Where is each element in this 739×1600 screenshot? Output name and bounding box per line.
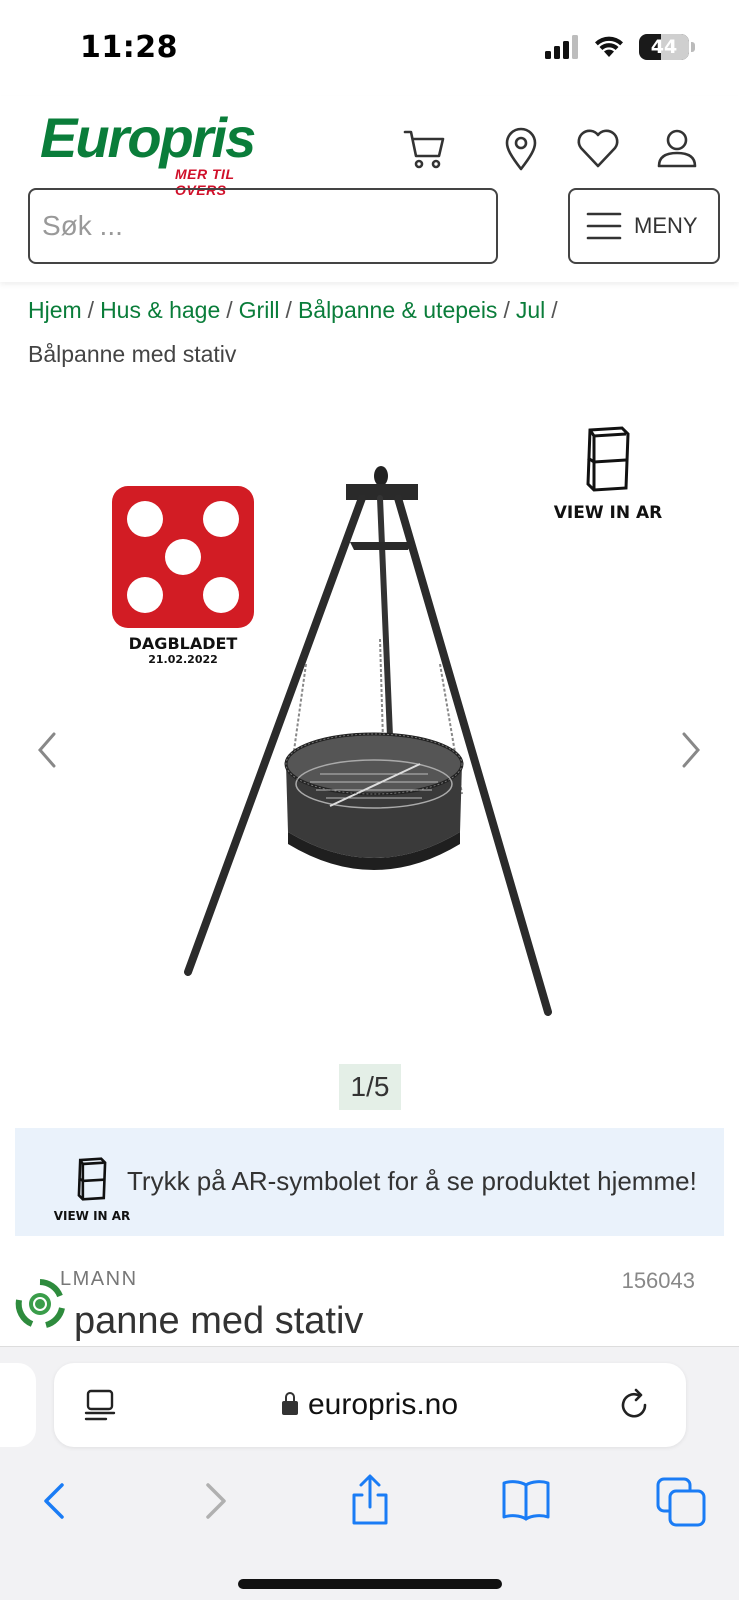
product-brand[interactable]: LMANN xyxy=(60,1268,138,1291)
breadcrumb-link-jul[interactable]: Jul xyxy=(516,297,545,323)
search-field[interactable] xyxy=(28,188,498,264)
breadcrumb-link-balpanne[interactable]: Bålpanne & utepeis xyxy=(298,297,498,323)
cart-icon[interactable] xyxy=(402,126,448,172)
ar-banner-message: Trykk på AR-symbolet for å se produktet … xyxy=(127,1166,697,1196)
breadcrumb-link-grill[interactable]: Grill xyxy=(239,297,280,323)
ar-banner-icon-label: VIEW IN AR xyxy=(53,1209,131,1223)
status-bar: 11:28 44 xyxy=(0,0,739,96)
previous-tab-peek[interactable] xyxy=(0,1363,36,1447)
reload-icon[interactable] xyxy=(616,1387,652,1423)
breadcrumb-link-hus-hage[interactable]: Hus & hage xyxy=(100,297,220,323)
product-sku: 156043 xyxy=(621,1268,695,1293)
bookmarks-book-icon[interactable] xyxy=(496,1471,556,1531)
back-arrow-icon[interactable] xyxy=(26,1471,86,1531)
menu-button[interactable]: MENY xyxy=(568,188,720,264)
tabs-overview-icon[interactable] xyxy=(652,1471,712,1531)
product-title: panne med stativ xyxy=(74,1300,364,1342)
chevron-left-icon[interactable] xyxy=(26,720,66,780)
location-pin-icon[interactable] xyxy=(498,126,544,172)
url-text: europris.no xyxy=(307,1388,459,1421)
address-bar[interactable]: europris.no xyxy=(54,1363,686,1447)
url-display[interactable]: europris.no xyxy=(54,1363,686,1447)
chevron-right-icon[interactable] xyxy=(672,720,712,780)
battery-indicator: 44 xyxy=(639,34,695,60)
logo-wordmark: Europris xyxy=(40,106,256,169)
user-icon[interactable] xyxy=(654,126,700,172)
search-input[interactable] xyxy=(30,190,496,262)
eco-recycle-badge-icon[interactable] xyxy=(12,1276,68,1332)
product-gallery[interactable]: DAGBLADET 21.02.2022 VIEW IN AR 1/5 xyxy=(0,390,739,1110)
hamburger-icon xyxy=(586,212,622,240)
status-icons: 44 xyxy=(545,34,695,60)
breadcrumb-link-home[interactable]: Hjem xyxy=(28,297,82,323)
heart-icon[interactable] xyxy=(575,126,621,172)
ar-cube-icon xyxy=(586,426,630,492)
breadcrumb: Hjem / Hus & hage / Grill / Bålpanne & utepeis… xyxy=(28,297,558,367)
lock-icon xyxy=(281,1392,298,1415)
ar-cube-icon xyxy=(77,1157,107,1201)
europris-logo[interactable]: Europris MER TIL OVERS xyxy=(40,106,280,199)
signal-icon xyxy=(545,35,578,59)
product-image-fire-pit-tripod xyxy=(184,466,552,1016)
home-indicator xyxy=(238,1579,502,1589)
wifi-icon xyxy=(595,36,623,57)
forward-arrow-icon[interactable] xyxy=(184,1471,244,1531)
image-counter: 1/5 xyxy=(339,1064,401,1110)
ar-info-banner[interactable]: VIEW IN AR Trykk på AR-symbolet for å se… xyxy=(15,1128,724,1236)
browser-bottom-bar: europris.no xyxy=(0,1346,739,1600)
share-icon[interactable] xyxy=(340,1471,400,1531)
site-header: Europris MER TIL OVERS MENY xyxy=(0,96,739,282)
menu-label: MENY xyxy=(634,213,698,238)
status-time: 11:28 xyxy=(80,30,178,65)
battery-level: 44 xyxy=(650,36,678,58)
breadcrumb-current: Bålpanne med stativ xyxy=(28,341,237,367)
